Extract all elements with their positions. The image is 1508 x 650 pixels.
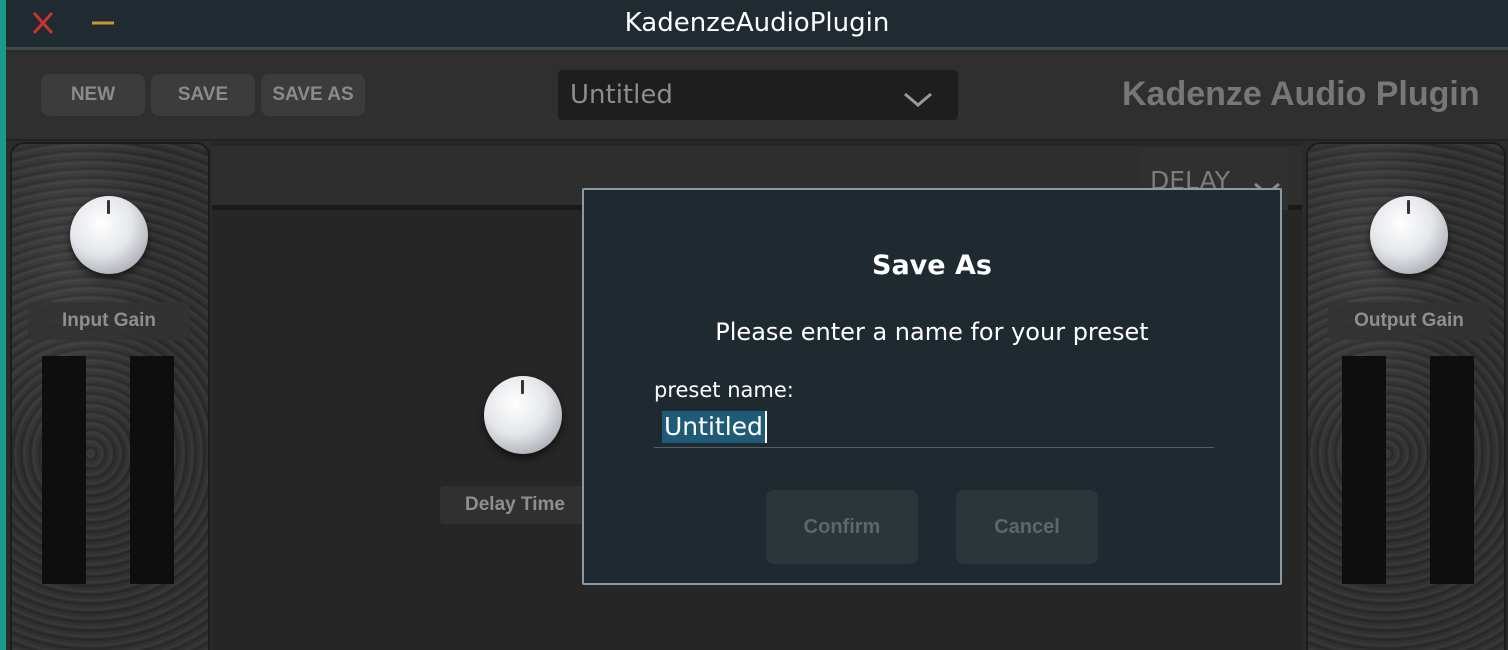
input-gain-panel: Input Gain	[10, 142, 210, 650]
preset-select[interactable]: Untitled	[558, 70, 958, 120]
output-meter-left	[1342, 356, 1386, 584]
input-gain-label: Input Gain	[28, 302, 190, 340]
output-gain-panel: Output Gain	[1306, 142, 1506, 650]
output-gain-knob[interactable]	[1370, 196, 1448, 274]
knob-indicator	[521, 380, 524, 394]
preset-name-label: preset name:	[654, 378, 794, 402]
save-button[interactable]: SAVE	[151, 74, 255, 116]
input-gain-knob[interactable]	[70, 196, 148, 274]
brand-title: Kadenze Audio Plugin	[1122, 75, 1480, 113]
cancel-button[interactable]: Cancel	[956, 490, 1098, 564]
new-button[interactable]: NEW	[41, 74, 145, 116]
input-meter-left	[42, 356, 86, 584]
knob-indicator	[1407, 200, 1410, 214]
input-meter-right	[130, 356, 174, 584]
preset-name-input[interactable]: Untitled	[654, 408, 1214, 448]
preset-select-value: Untitled	[570, 80, 673, 110]
output-meter-right	[1430, 356, 1474, 584]
toolbar: NEW SAVE SAVE AS Untitled Kadenze Audio …	[6, 53, 1508, 141]
preset-name-value: Untitled	[662, 411, 767, 443]
window-title: KadenzeAudioPlugin	[624, 8, 890, 38]
dialog-message: Please enter a name for your preset	[715, 318, 1149, 346]
save-as-button[interactable]: SAVE AS	[261, 74, 365, 116]
delay-time-knob[interactable]	[484, 376, 562, 454]
output-gain-label: Output Gain	[1328, 302, 1490, 340]
dialog-title: Save As	[872, 250, 992, 281]
delay-time-label: Delay Time	[440, 486, 590, 524]
confirm-button[interactable]: Confirm	[766, 490, 918, 564]
title-bar: KadenzeAudioPlugin	[6, 0, 1508, 50]
save-as-dialog: Save As Please enter a name for your pre…	[582, 188, 1282, 585]
chevron-down-icon	[902, 86, 934, 107]
knob-indicator	[107, 200, 110, 214]
